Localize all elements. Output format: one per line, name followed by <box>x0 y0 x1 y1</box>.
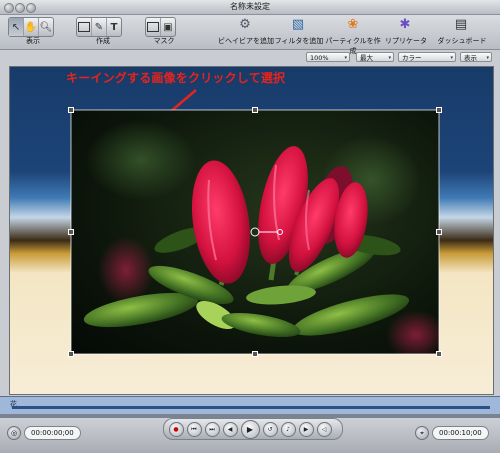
shuttle-icon[interactable]: ⌖ <box>415 426 429 440</box>
popup-arrow-icon: ▾ <box>486 55 489 61</box>
hand-icon[interactable]: ✋ <box>24 18 39 36</box>
play-icon[interactable]: ▶ <box>240 419 260 439</box>
canvas[interactable]: キーイングする画像をクリックして選択 <box>9 66 494 395</box>
close-window-button[interactable] <box>4 3 14 13</box>
view-popup[interactable]: 表示 ▾ <box>460 52 492 62</box>
add-filter-label[interactable]: フィルタを追加 <box>274 36 324 46</box>
step-forward-icon[interactable]: ▶ <box>298 421 314 437</box>
selection-handle-top-right[interactable] <box>436 107 442 113</box>
record-icon[interactable]: ● <box>168 421 184 437</box>
layer-bar[interactable] <box>12 406 490 409</box>
replicator-label[interactable]: リプリケータ <box>384 36 428 46</box>
jog-wheel-icon[interactable]: ◎ <box>7 426 21 440</box>
popup-arrow-icon: ▾ <box>450 55 453 61</box>
toolbar: ↖ ✋ 🔍︎ 表示 ✎ T 作成 ▣ マスク ⚙ ビヘイビアを追加 ▧ フィルタ… <box>0 15 500 55</box>
dashboard-label[interactable]: ダッシュボード <box>437 36 487 46</box>
playback-controls: ● ⏮ ⏭ ◀ ▶ ↺ ♪ ▶ ◁ <box>163 418 343 440</box>
zoom-window-button[interactable] <box>26 3 36 13</box>
title-bar: 名称未設定 <box>0 0 500 15</box>
particles-icon[interactable]: ❀ <box>344 17 362 33</box>
go-to-start-icon[interactable]: ⏮ <box>186 421 202 437</box>
quality-popup[interactable]: 最大 ▾ <box>356 52 394 62</box>
zoom-icon[interactable]: 🔍︎ <box>39 18 53 36</box>
view-group-label: 表示 <box>26 37 40 45</box>
selection-handle-bottom[interactable] <box>252 351 258 357</box>
mute-icon[interactable]: ◁ <box>316 421 332 437</box>
current-time-field[interactable]: 00:00:00;00 <box>24 426 81 440</box>
selection-handle-top-left[interactable] <box>68 107 74 113</box>
select-arrow-icon[interactable]: ↖ <box>9 18 24 36</box>
mask-tool-group: ▣ <box>145 17 176 37</box>
create-tool-group: ✎ T <box>76 17 122 37</box>
window-title: 名称未設定 <box>230 2 270 11</box>
mini-timeline[interactable]: 花 <box>0 396 500 416</box>
filter-icon[interactable]: ▧ <box>289 17 307 33</box>
add-behavior-label[interactable]: ビヘイビアを追加 <box>218 36 274 46</box>
selection-handle-left[interactable] <box>68 229 74 235</box>
canvas-options-bar: 100% ▾ 最大 ▾ カラー ▾ 表示 ▾ <box>0 50 500 64</box>
duration-field[interactable]: 00:00:10;00 <box>432 426 489 440</box>
popup-arrow-icon: ▾ <box>388 55 391 61</box>
zoom-popup[interactable]: 100% ▾ <box>306 52 350 62</box>
go-to-end-icon[interactable]: ⏭ <box>204 421 220 437</box>
popup-arrow-icon: ▾ <box>344 55 347 61</box>
mask-group-label: マスク <box>153 37 175 45</box>
app-window: 名称未設定 ↖ ✋ 🔍︎ 表示 ✎ T 作成 ▣ マスク ⚙ ビヘイビアを追加 … <box>0 0 500 453</box>
rectangle-icon[interactable] <box>77 18 92 36</box>
selection-handle-top[interactable] <box>252 107 258 113</box>
dashboard-icon[interactable]: ▤ <box>452 17 470 33</box>
create-group-label: 作成 <box>96 37 110 45</box>
step-back-icon[interactable]: ◀ <box>222 421 238 437</box>
rectangle-mask-icon[interactable] <box>146 18 161 36</box>
selection-bounding-box <box>70 109 440 355</box>
selection-handle-bottom-right[interactable] <box>436 351 442 357</box>
replicator-icon[interactable]: ✱ <box>396 17 414 33</box>
view-tool-group: ↖ ✋ 🔍︎ <box>8 17 54 37</box>
selection-handle-right[interactable] <box>436 229 442 235</box>
bezier-mask-icon[interactable]: ▣ <box>161 18 175 36</box>
loop-icon[interactable]: ↺ <box>262 421 278 437</box>
selection-handle-bottom-left[interactable] <box>68 351 74 357</box>
minimize-window-button[interactable] <box>15 3 25 13</box>
gear-icon[interactable]: ⚙ <box>236 17 254 33</box>
audio-icon[interactable]: ♪ <box>280 421 296 437</box>
text-tool-icon[interactable]: T <box>107 18 121 36</box>
bezier-icon[interactable]: ✎ <box>92 18 107 36</box>
transport-bar: ◎ 00:00:00;00 ● ⏮ ⏭ ◀ ▶ ↺ ♪ ▶ ◁ ⌖ 00:00:… <box>0 418 500 453</box>
color-popup[interactable]: カラー ▾ <box>398 52 456 62</box>
